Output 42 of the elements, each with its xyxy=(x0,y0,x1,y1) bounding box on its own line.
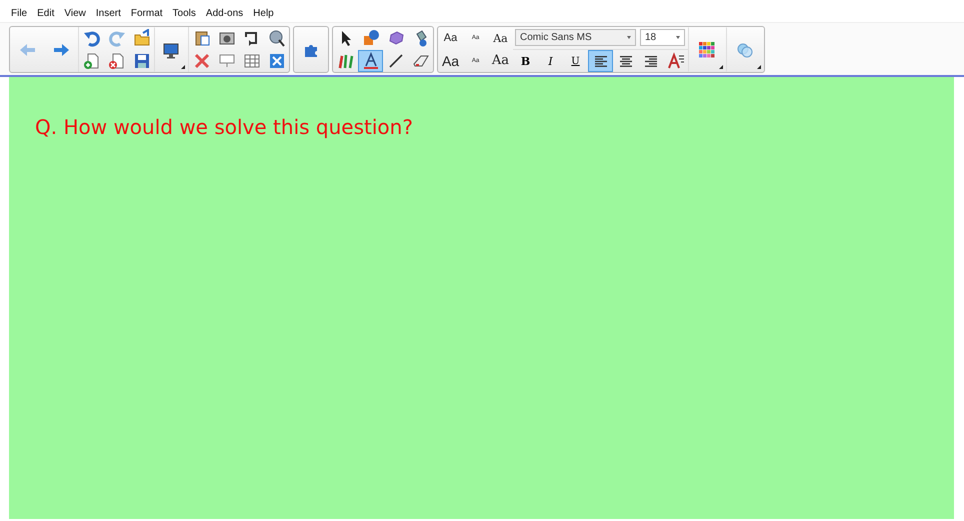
palette-icon xyxy=(698,40,716,58)
text-size-button[interactable]: Aa xyxy=(438,27,463,49)
menu-item[interactable]: Add-ons xyxy=(200,8,248,22)
italic-button[interactable]: I xyxy=(538,50,563,72)
underline-button[interactable]: U xyxy=(563,50,588,72)
text-size-button[interactable]: Aa xyxy=(488,50,513,72)
question-text: Q. How would we solve this question? xyxy=(35,115,414,139)
text-size-button[interactable]: Aa xyxy=(438,50,463,72)
shapes-icon xyxy=(362,29,380,47)
text-size-button[interactable]: Aa xyxy=(488,27,513,49)
font-size-dropdown[interactable]: 18 xyxy=(640,29,685,46)
open-icon xyxy=(132,29,150,47)
screen-icon xyxy=(162,40,180,58)
color-palette-button[interactable] xyxy=(688,27,726,72)
menu-item[interactable]: File xyxy=(6,8,32,22)
undo-icon xyxy=(82,29,100,47)
transparency-icon xyxy=(736,40,754,58)
line-icon xyxy=(386,52,404,70)
transparency-button[interactable] xyxy=(726,27,764,72)
redo-icon xyxy=(108,29,126,47)
text-style-icon xyxy=(666,52,684,70)
paste-icon xyxy=(192,29,210,47)
magnifier-icon xyxy=(268,29,286,47)
delete-icon xyxy=(192,52,210,70)
align-left-button[interactable] xyxy=(588,50,613,72)
text-icon xyxy=(362,52,380,70)
menu-item[interactable]: Format xyxy=(126,8,168,22)
menu-item[interactable]: Tools xyxy=(168,8,201,22)
close-box-icon xyxy=(268,52,286,70)
delete-page-icon xyxy=(108,52,126,70)
table-icon xyxy=(242,52,260,70)
menu-item[interactable]: Help xyxy=(248,8,279,22)
menu-item[interactable]: Edit xyxy=(32,8,60,22)
text-tool-button[interactable] xyxy=(358,50,383,72)
font-dropdown[interactable]: Comic Sans MS xyxy=(515,29,636,46)
bold-button[interactable]: B xyxy=(513,50,538,72)
menu-item[interactable]: View xyxy=(59,8,91,22)
menu-item[interactable]: Insert xyxy=(90,8,126,22)
new-page-icon xyxy=(82,52,100,70)
polygon-icon xyxy=(386,29,404,47)
save-icon xyxy=(132,52,150,70)
screen-button[interactable] xyxy=(154,27,188,72)
